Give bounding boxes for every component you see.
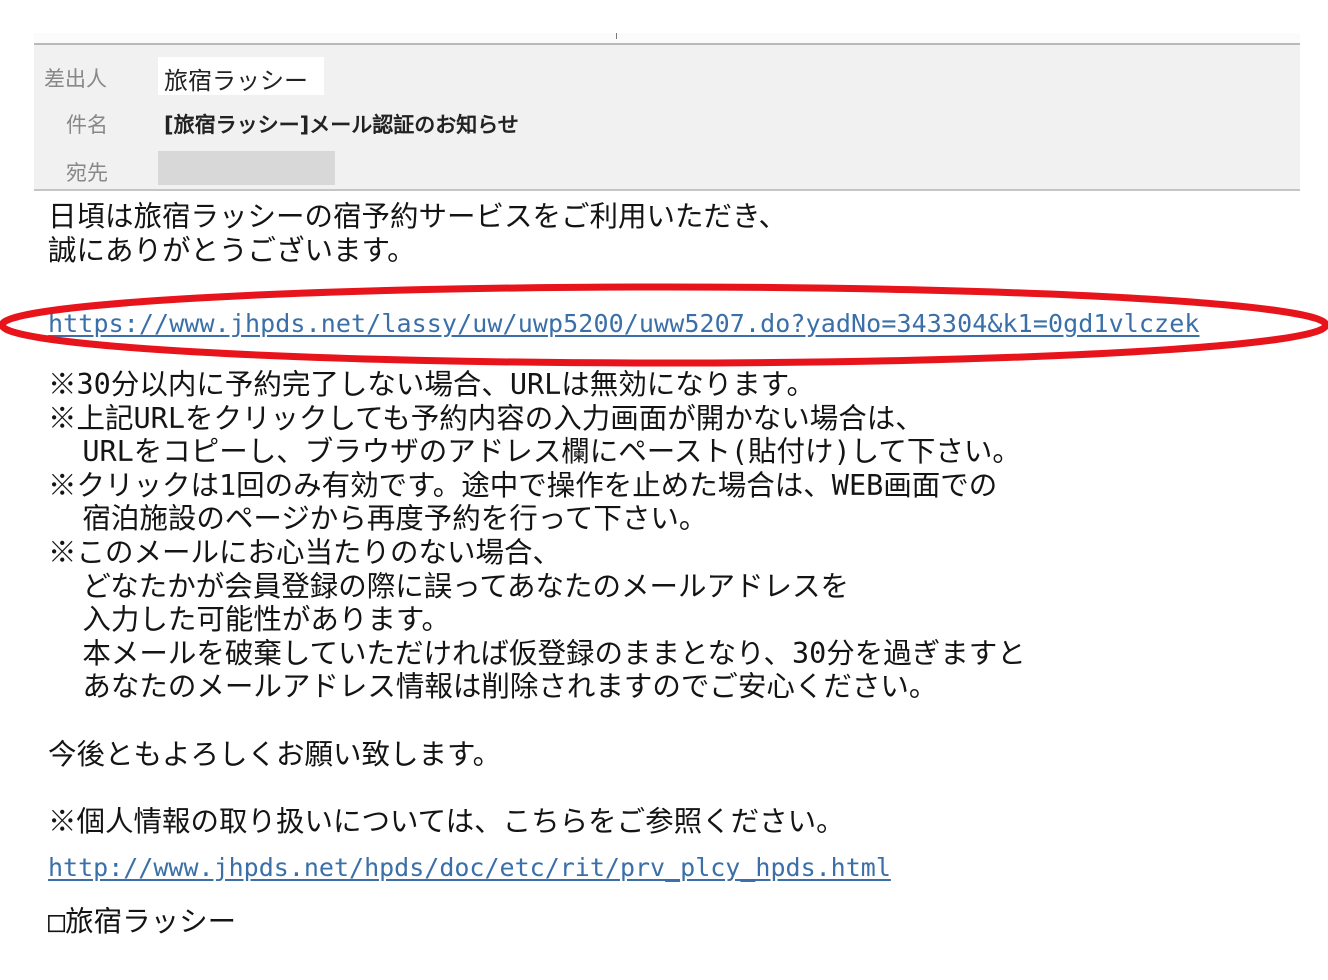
subject-value: [旅宿ラッシー]メール認証のお知らせ [164,113,519,137]
note-line-3: URLをコピーし、ブラウザのアドレス欄にペースト(貼付け)して下さい。 [48,435,1021,469]
signature: □旅宿ラッシー [48,905,237,939]
subject-label: 件名 [66,113,108,137]
message-header: 差出人 旅宿ラッシー 件名 [旅宿ラッシー]メール認証のお知らせ 宛先 [34,45,1300,191]
auth-url-link[interactable]: https://www.jhpds.net/lassy/uw/uwp5200/u… [48,309,1262,338]
greeting-line-2: 誠にありがとうございます。 [48,233,416,267]
note-line-10: あなたのメールアドレス情報は削除されますのでご安心ください。 [48,670,938,704]
note-line-5: 宿泊施設のページから再度予約を行って下さい。 [48,502,708,536]
note-line-4: ※クリックは1回のみ有効です。途中で操作を止めた場合は、WEB画面での [48,468,998,502]
sender-value[interactable]: 旅宿ラッシー [164,61,308,96]
note-line-6: ※このメールにお心当たりのない場合、 [48,535,562,569]
closing-line: 今後ともよろしくお願い致します。 [48,737,502,771]
note-line-7: どなたかが会員登録の際に誤ってあなたのメールアドレスを [48,569,849,603]
recipient-redacted-field[interactable] [158,151,335,185]
note-line-9: 本メールを破棄していただければ仮登録のままとなり、30分を過ぎますと [48,636,1026,670]
to-label: 宛先 [66,161,108,185]
from-label: 差出人 [44,67,107,91]
privacy-note: ※個人情報の取り扱いについては、こちらをご参照ください。 [48,804,845,838]
note-line-8: 入力した可能性があります。 [48,603,450,637]
window-top-bar [34,33,1300,45]
note-line-1: ※30分以内に予約完了しない場合、URLは無効になります。 [48,367,815,401]
privacy-policy-link[interactable]: http://www.jhpds.net/hpds/doc/etc/rit/pr… [48,853,891,882]
resize-handle[interactable] [616,33,617,39]
note-line-2: ※上記URLをクリックしても予約内容の入力画面が開かない場合は、 [48,401,924,435]
greeting-line-1: 日頃は旅宿ラッシーの宿予約サービスをご利用いただき、 [48,200,788,233]
